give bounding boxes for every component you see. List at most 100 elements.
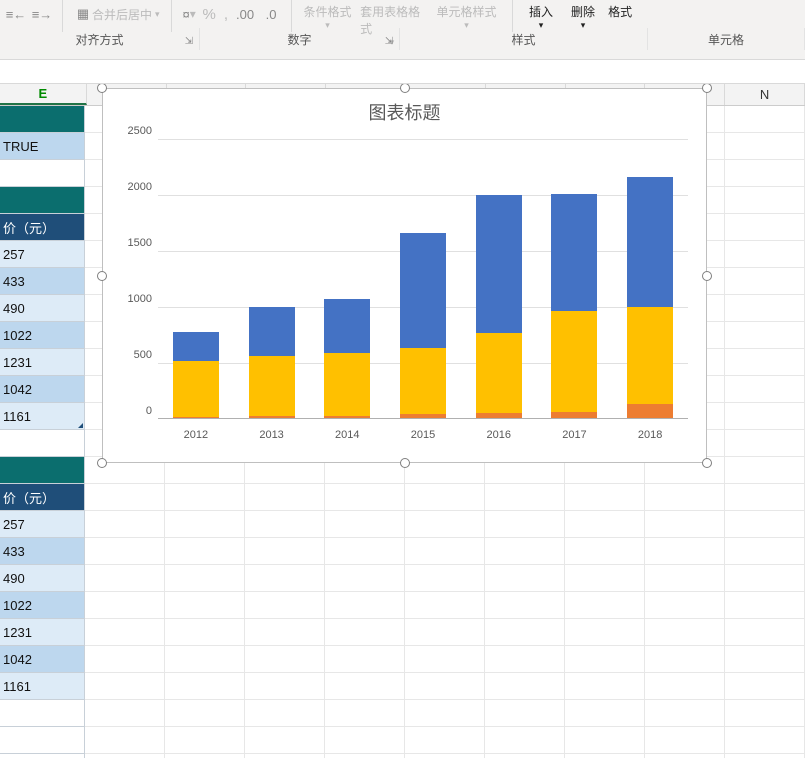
bar-segment[interactable] <box>551 311 597 412</box>
format-as-table-button[interactable]: 套用表格格式▾ <box>357 3 427 25</box>
delete-cells-button[interactable]: 删除▾ <box>563 3 603 25</box>
merge-label: 合并后居中 <box>92 6 152 23</box>
x-tick-label: 2014 <box>309 429 385 441</box>
bar-segment[interactable] <box>249 356 295 416</box>
x-tick-label: 2017 <box>537 429 613 441</box>
dropdown-icon: ▾ <box>155 9 160 20</box>
table-cell[interactable]: 价（元） <box>0 214 85 241</box>
table-cell[interactable]: 1161 <box>0 673 85 700</box>
table-cell[interactable]: 433 <box>0 268 85 295</box>
y-tick-label: 2000 <box>128 181 152 193</box>
column-header[interactable]: N <box>725 84 805 105</box>
insert-cells-button[interactable]: 插入▾ <box>521 3 561 25</box>
bar-segment[interactable] <box>551 194 597 311</box>
table-cell[interactable]: 433 <box>0 538 85 565</box>
table-cell[interactable] <box>0 754 85 758</box>
currency-icon: ¤ <box>183 5 190 23</box>
format-cells-button[interactable]: 格式 <box>605 3 635 25</box>
cell-styles-button[interactable]: 单元格样式▾ <box>429 3 504 25</box>
table-cell[interactable] <box>0 106 85 133</box>
chart-bar[interactable] <box>400 233 446 419</box>
bar-segment[interactable] <box>400 348 446 414</box>
table-cell[interactable]: 1231 <box>0 619 85 646</box>
table-cell[interactable] <box>0 457 85 484</box>
bar-segment[interactable] <box>400 233 446 347</box>
y-tick-label: 0 <box>146 405 152 417</box>
comma-style-button[interactable]: , <box>221 3 231 25</box>
decrease-indent-button[interactable]: ≡← <box>4 3 28 25</box>
merge-center-button[interactable]: ▦ 合并后居中 ▾ <box>71 3 163 25</box>
ribbon-controls: ≡← ≡→ ▦ 合并后居中 ▾ ¤▾ % , .00 .0 条件格式▾ 套用表格… <box>0 0 805 28</box>
bar-segment[interactable] <box>173 361 219 417</box>
table-cell[interactable]: TRUE <box>0 133 85 160</box>
bar-segment[interactable] <box>627 177 673 307</box>
increase-indent-button[interactable]: ≡→ <box>30 3 54 25</box>
table-cell[interactable] <box>0 160 85 187</box>
comma-icon: , <box>224 6 228 23</box>
merge-icon: ▦ <box>74 5 92 23</box>
bar-segment[interactable] <box>324 353 370 416</box>
resize-handle[interactable] <box>400 458 410 468</box>
chart-bar[interactable] <box>173 332 219 419</box>
chart-bars <box>158 139 688 419</box>
conditional-format-button[interactable]: 条件格式▾ <box>300 3 355 25</box>
resize-handle[interactable] <box>97 458 107 468</box>
table-cell[interactable]: 1161 <box>0 403 85 430</box>
group-cells-label: 单元格 <box>708 31 744 48</box>
dialog-launcher-icon[interactable]: ⇲ <box>183 35 195 47</box>
x-axis-labels: 2012201320142015201620172018 <box>158 429 688 441</box>
bar-segment[interactable] <box>627 404 673 419</box>
group-styles-label: 样式 <box>511 31 535 48</box>
resize-handle[interactable] <box>702 458 712 468</box>
table-cell[interactable]: 1042 <box>0 646 85 673</box>
chart-bar[interactable] <box>324 299 370 419</box>
chart-title[interactable]: 图表标题 <box>103 99 706 125</box>
table-cell[interactable]: 490 <box>0 565 85 592</box>
number-format-dropdown[interactable]: ¤▾ <box>180 3 198 25</box>
x-tick-label: 2016 <box>461 429 537 441</box>
percent-icon: % <box>203 6 216 23</box>
resize-handle[interactable] <box>400 84 410 93</box>
increase-decimal-button[interactable]: .00 <box>233 3 257 25</box>
ribbon-group-labels: 对齐方式⇲ 数字⇲ 样式 单元格 <box>0 28 805 50</box>
chart-bar[interactable] <box>551 194 597 419</box>
table-cell[interactable]: 1231 <box>0 349 85 376</box>
bar-segment[interactable] <box>476 195 522 333</box>
ribbon: ≡← ≡→ ▦ 合并后居中 ▾ ¤▾ % , .00 .0 条件格式▾ 套用表格… <box>0 0 805 60</box>
y-tick-label: 500 <box>134 349 152 361</box>
table-cell[interactable]: 价（元） <box>0 484 85 511</box>
table-cell[interactable] <box>0 187 85 214</box>
resize-handle[interactable] <box>702 271 712 281</box>
resize-handle[interactable] <box>97 84 107 93</box>
table-cell[interactable]: 490 <box>0 295 85 322</box>
table-cell[interactable] <box>0 727 85 754</box>
table-cell[interactable] <box>0 430 85 457</box>
table-cell[interactable] <box>0 700 85 727</box>
increase-indent-icon: ≡→ <box>33 5 51 23</box>
table-cell[interactable]: 257 <box>0 511 85 538</box>
increase-decimal-icon: .00 <box>236 5 254 23</box>
decrease-decimal-button[interactable]: .0 <box>259 3 283 25</box>
y-tick-label: 2500 <box>128 125 152 137</box>
chart-bar[interactable] <box>249 307 295 419</box>
table-cell[interactable]: 1022 <box>0 592 85 619</box>
percent-style-button[interactable]: % <box>200 3 219 25</box>
column-header[interactable]: E <box>0 84 87 105</box>
bar-segment[interactable] <box>324 299 370 354</box>
bar-segment[interactable] <box>627 307 673 404</box>
formula-bar[interactable] <box>0 60 805 84</box>
bar-segment[interactable] <box>476 333 522 413</box>
dialog-launcher-icon[interactable]: ⇲ <box>383 35 395 47</box>
table-cell[interactable]: 257 <box>0 241 85 268</box>
bar-segment[interactable] <box>249 307 295 355</box>
chart-plot-area[interactable]: 05001000150020002500 2012201320142015201… <box>158 139 688 419</box>
resize-handle[interactable] <box>97 271 107 281</box>
chart-bar[interactable] <box>476 195 522 419</box>
table-cell[interactable]: 1022 <box>0 322 85 349</box>
table-cell[interactable]: 1042 <box>0 376 85 403</box>
embedded-chart[interactable]: 图表标题 05001000150020002500 20122013201420… <box>102 88 707 463</box>
bar-segment[interactable] <box>173 332 219 361</box>
worksheet-grid[interactable]: EFGHIJKLMN TRUE价（元）257433490102212311042… <box>0 84 805 758</box>
y-tick-label: 1500 <box>128 237 152 249</box>
chart-bar[interactable] <box>627 177 673 419</box>
